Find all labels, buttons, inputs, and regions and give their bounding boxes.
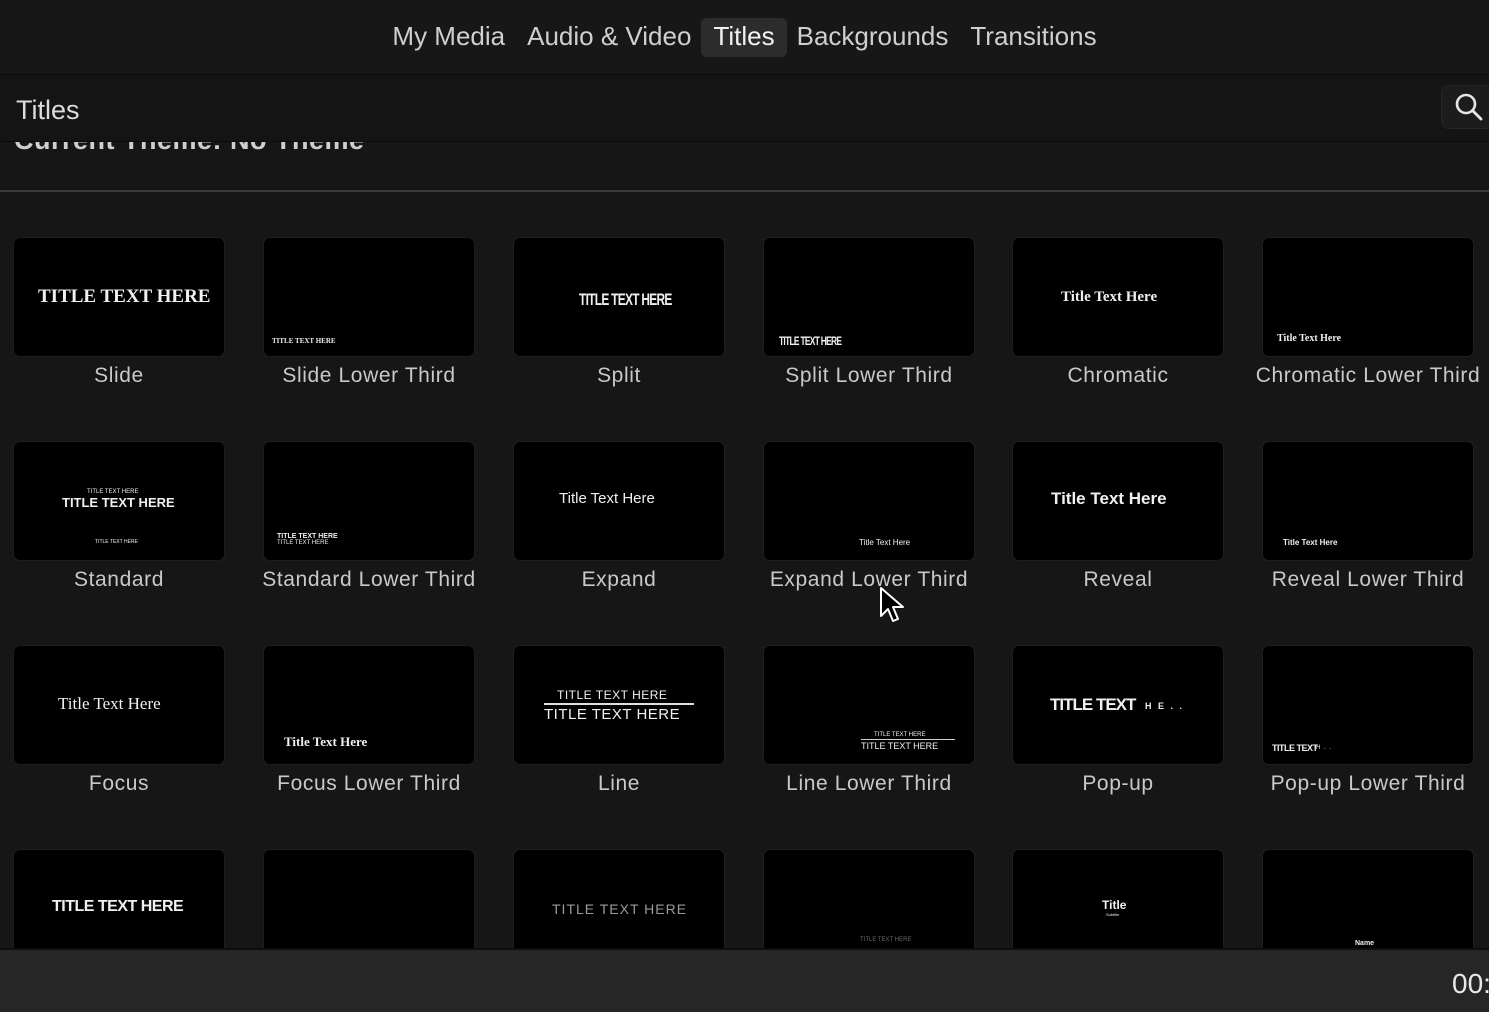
preview-text: TITLE TEXT HERE [272, 337, 336, 345]
preview-rule [861, 739, 955, 740]
preview-text: TITLE TEXT HERE [52, 898, 184, 915]
title-name: Pop-up [1082, 772, 1154, 795]
preview-text: H E . . [1145, 701, 1185, 711]
preview-text: TITLE TEXT HERE [277, 533, 338, 540]
title-thumbnail[interactable]: TITLE TEXT HERE [763, 237, 975, 357]
preview-text: Title Text Here [859, 538, 911, 547]
title-thumbnail[interactable]: Title Text Here [1012, 441, 1224, 561]
tab-transitions[interactable]: Transitions [958, 18, 1108, 57]
page-title: Titles [16, 95, 80, 125]
current-theme-label: Current Theme: No Theme [14, 142, 365, 156]
tab-list: My Media Audio & Video Titles Background… [380, 17, 1108, 57]
title-thumbnail[interactable]: Title Text Here [1012, 237, 1224, 357]
title-name: Expand Lower Third [769, 568, 969, 591]
preview-text: TITLE TEXT HERE [557, 688, 668, 702]
title-thumbnail[interactable]: TITLE TEXT HERE [13, 237, 225, 357]
title-name: Chromatic [1067, 364, 1169, 387]
tab-my-media[interactable]: My Media [380, 18, 517, 57]
title-name: Split [597, 364, 641, 387]
tab-audio-video[interactable]: Audio & Video [515, 18, 703, 57]
preview-text: Title Text Here [1277, 333, 1342, 344]
title-thumbnail[interactable] [263, 849, 475, 948]
preview-text: TITLE TEXT HERE [861, 741, 939, 751]
preview-text: Title Text Here [1061, 289, 1158, 305]
preview-text: TITLE TEXT [1272, 743, 1318, 753]
title-name: Focus Lower Third [277, 772, 461, 795]
title-name: Chromatic Lower Third [1255, 364, 1481, 387]
title-thumbnail[interactable]: TITLE TEXT HERE [513, 237, 725, 357]
tab-titles[interactable]: Titles [701, 17, 787, 57]
preview-text: TITLE TEXT HERE [62, 495, 175, 510]
title-thumbnail[interactable]: Title Text Here [263, 645, 475, 765]
preview-text: Title Text Here [58, 694, 161, 713]
title-thumbnail[interactable]: TITLE TEXT HERE TITLE TEXT HERE [763, 645, 975, 765]
title-name: Slide [94, 364, 144, 387]
tab-backgrounds[interactable]: Backgrounds [785, 18, 961, 57]
preview-text: TITLE TEXT HERE [860, 937, 912, 943]
preview-text: TITLE TEXT [1050, 695, 1136, 714]
title-thumbnail[interactable]: TITLE TEXT HERE [763, 849, 975, 948]
preview-text: Subtitle [1106, 912, 1120, 917]
title-thumbnail[interactable]: Title Text Here [13, 645, 225, 765]
title-name: Slide Lower Third [282, 364, 456, 387]
title-thumbnail[interactable]: TITLE TEXT HERE TITLE TEXT HERE [513, 645, 725, 765]
browser-tab-bar: My Media Audio & Video Titles Background… [0, 0, 1489, 75]
title-thumbnail[interactable]: Title Text Here [763, 441, 975, 561]
title-thumbnail[interactable]: Name [1262, 849, 1474, 948]
title-thumbnail[interactable]: TITLE TEXT HERE TITLE TEXT HERE TITLE TE… [13, 441, 225, 561]
title-name: Expand [581, 568, 657, 591]
title-name: Split Lower Third [785, 364, 953, 387]
timecode: 00: [1452, 968, 1489, 999]
title-name: Reveal [1083, 568, 1153, 591]
preview-text: H . . [1316, 745, 1333, 751]
title-thumbnail[interactable]: TITLE TEXT H . . [1262, 645, 1474, 765]
title-thumbnail[interactable]: Title Subtitle [1012, 849, 1224, 948]
title-thumbnail[interactable]: TITLE TEXT H E . . [1012, 645, 1224, 765]
title-thumbnail[interactable]: TITLE TEXT HERE [263, 237, 475, 357]
title-thumbnail[interactable]: TITLE TEXT HERE [13, 849, 225, 948]
preview-text: TITLE TEXT HERE [277, 540, 329, 546]
preview-text: Title Text Here [559, 490, 655, 507]
preview-text: TITLE TEXT HERE [552, 901, 688, 917]
preview-text: Name [1355, 940, 1375, 947]
titles-grid[interactable]: TITLE TEXT HERE Slide TITLE TEXT HERE Sl… [0, 192, 1489, 948]
preview-text: TITLE TEXT HERE [874, 732, 926, 738]
titles-header: Titles [0, 75, 1489, 142]
preview-text: Title [1102, 898, 1127, 912]
title-thumbnail[interactable]: TITLE TEXT HERE [513, 849, 725, 948]
preview-text: TITLE TEXT HERE [38, 286, 211, 307]
title-thumbnail[interactable]: Title Text Here [1262, 441, 1474, 561]
title-name: Standard [73, 568, 165, 591]
preview-text: TITLE TEXT HERE [579, 290, 672, 309]
search-icon [1455, 93, 1483, 121]
title-thumbnail[interactable]: Title Text Here [513, 441, 725, 561]
title-name: Line [597, 772, 641, 795]
bottom-toolbar: 00: [0, 948, 1489, 1012]
preview-text: TITLE TEXT HERE [779, 334, 842, 348]
preview-text: TITLE TEXT HERE [95, 539, 138, 545]
title-name: Standard Lower Third [262, 568, 476, 591]
title-name: Reveal Lower Third [1271, 568, 1465, 591]
preview-text: TITLE TEXT HERE [544, 706, 681, 723]
title-name: Pop-up Lower Third [1270, 772, 1466, 795]
preview-text: Title Text Here [284, 734, 368, 749]
theme-section-header: Current Theme: No Theme [0, 142, 1489, 190]
preview-text: Title Text Here [1283, 538, 1338, 547]
search-button[interactable] [1441, 85, 1489, 129]
preview-rule [544, 703, 694, 705]
title-name: Focus [88, 772, 150, 795]
title-name: Line Lower Third [786, 772, 952, 795]
title-thumbnail[interactable]: Title Text Here [1262, 237, 1474, 357]
title-thumbnail[interactable]: TITLE TEXT HERE TITLE TEXT HERE [263, 441, 475, 561]
preview-text: Title Text Here [1051, 489, 1167, 508]
